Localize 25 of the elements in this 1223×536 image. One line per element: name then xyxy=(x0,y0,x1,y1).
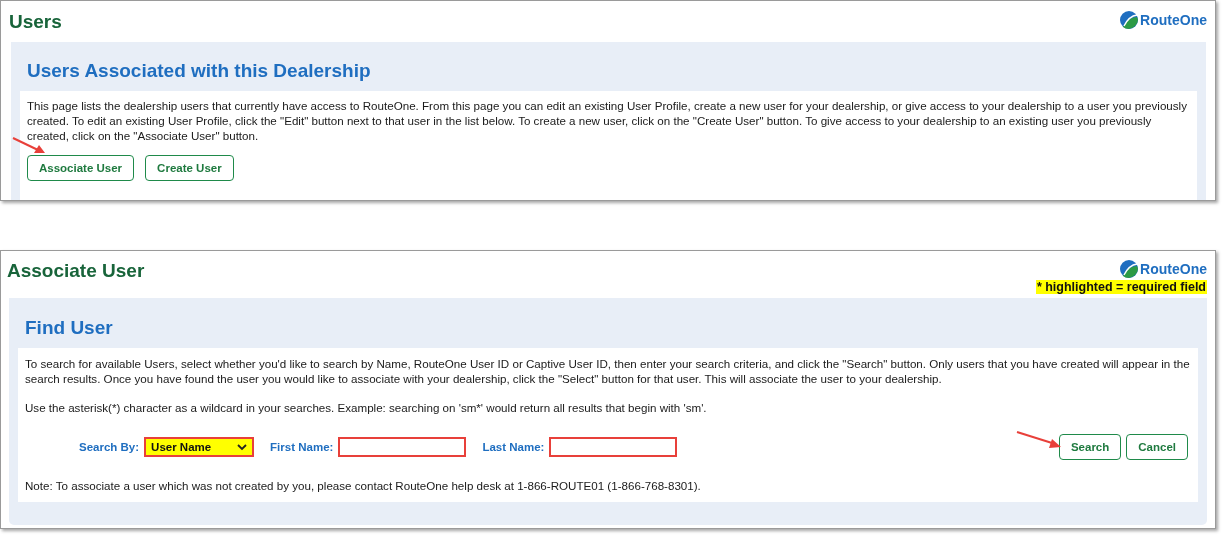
page-title: Associate User xyxy=(7,260,145,282)
page-title: Users xyxy=(9,11,62,33)
brand-name: RouteOne xyxy=(1140,12,1207,28)
cancel-button[interactable]: Cancel xyxy=(1126,434,1188,460)
note-text: Note: To associate a user which was not created by you, please contact RouteOne help desk at 1-866-ROUTE01 (1-866-768-8301). xyxy=(25,478,702,493)
input-field[interactable] xyxy=(338,437,467,457)
input-field[interactable] xyxy=(549,437,678,457)
search-by-dropdown[interactable]: User Name xyxy=(144,437,255,457)
brand-name: RouteOne xyxy=(1140,261,1207,277)
instructions-text: Use the asterisk(*) character as a wildcard in your searches. Example: searching on 'sm*' would return all results that begin with 'sm'. xyxy=(25,400,708,415)
search-button[interactable]: Search xyxy=(1058,434,1122,460)
instructions-text: To search for available Users, select whether you'd like to search by Name, RouteOne User ID or Captive User ID, then enter your search criteria, and click the "Search" button. Only users that you have created will appear in the search results. Once you have found the user you would like to associate with your dealership, click the "Select" button for that user. This will associate the user to your dealership. xyxy=(25,356,1191,386)
section-title: Users Associated with this Dealership xyxy=(26,60,372,82)
create-user-button[interactable]: Create User xyxy=(145,155,234,181)
field-label: First Name: xyxy=(270,441,334,453)
field-label: Search By: xyxy=(79,441,140,453)
logo-icon xyxy=(1120,11,1139,29)
description-text: This page lists the dealership users that currently have access to RouteOne. From this page you can edit an existing User Profile, create a new user for your dealership, or give access to your dealership to a user you previously created. To edit an existing User Profile, click the "Edit" button next to that user in the list below. To create a new user, click on the "Create User" button. To give access to your dealership to an existing user you previously created, click on the "Associate User" button. xyxy=(27,98,1188,143)
logo-icon xyxy=(1120,260,1139,278)
required-field-note: * highlighted = required field xyxy=(1035,280,1207,294)
field-label: Last Name: xyxy=(482,441,545,453)
annotation-arrow xyxy=(1016,431,1062,449)
chevron-down-icon xyxy=(237,443,248,451)
section-title: Find User xyxy=(24,317,114,339)
associate-user-button[interactable]: Associate User xyxy=(27,155,135,181)
